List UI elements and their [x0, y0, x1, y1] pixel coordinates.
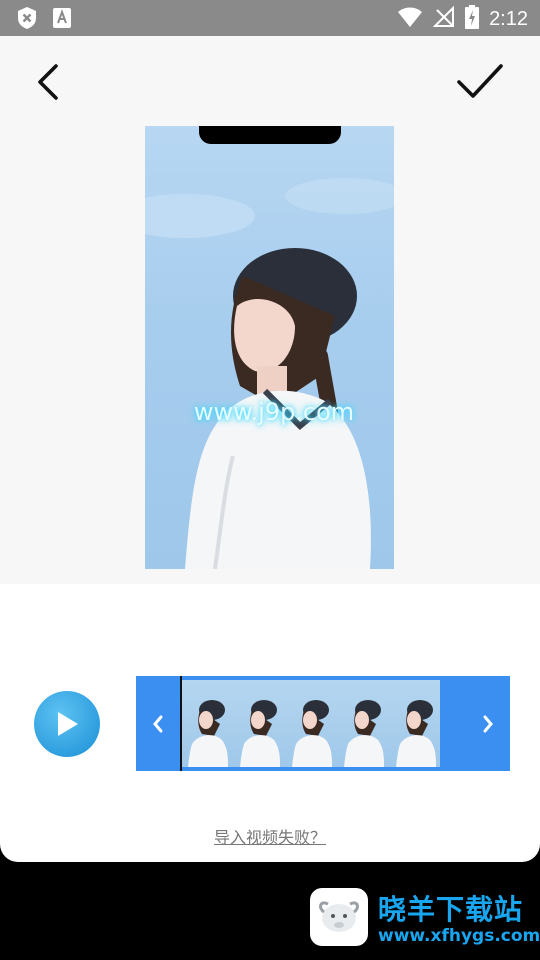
import-failed-link[interactable]: 导入视频失败？ [0, 824, 540, 848]
timeline-frame [388, 680, 440, 767]
sheep-logo-icon [319, 901, 359, 932]
play-button[interactable] [34, 691, 100, 757]
trim-left-handle[interactable] [136, 676, 180, 771]
timeline-frame [336, 680, 388, 767]
preview-area: www.j9p.com [0, 36, 540, 584]
timeline-frame [284, 680, 336, 767]
playhead-cursor[interactable] [180, 676, 182, 771]
status-time: 2:12 [489, 7, 528, 30]
back-button[interactable] [20, 54, 76, 110]
no-signal-icon [432, 5, 455, 32]
video-preview[interactable]: www.j9p.com [145, 126, 394, 569]
video-trim-timeline[interactable] [136, 676, 510, 771]
timeline-frame [180, 680, 232, 767]
brand-name: 晓羊下载站 [378, 893, 524, 926]
timeline-frame [232, 680, 284, 767]
back-chevron-icon [38, 64, 58, 100]
timeline-frames [180, 680, 466, 767]
brand-url: www.xfhygs.com [378, 926, 540, 946]
shield-x-icon [16, 6, 38, 34]
preview-photo [145, 178, 394, 569]
play-icon [58, 712, 78, 736]
status-bar: 2:12 [0, 0, 540, 36]
brand-logo [310, 888, 368, 946]
chevron-right-icon [483, 715, 493, 732]
watermark-text: www.j9p.com [193, 398, 355, 426]
checkmark-icon [457, 64, 503, 98]
chevron-left-icon [153, 715, 163, 732]
site-branding: 晓羊下载站 www.xfhygs.com [310, 888, 540, 946]
battery-charging-icon [465, 5, 480, 33]
wifi-icon [397, 6, 423, 32]
trim-right-handle[interactable] [466, 676, 510, 771]
video-editor-card: www.j9p.com 导入视频失败？ [0, 36, 540, 862]
font-a-icon [52, 7, 72, 33]
confirm-button[interactable] [452, 54, 508, 110]
